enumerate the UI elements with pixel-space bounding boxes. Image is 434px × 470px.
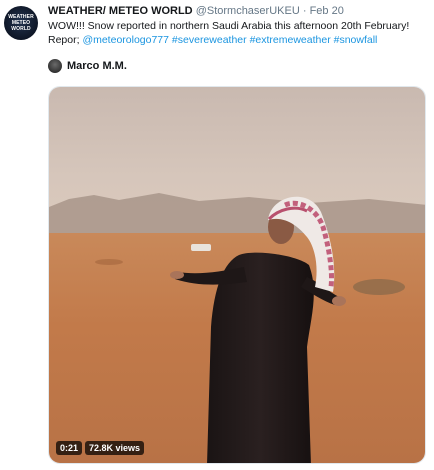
video-badges: 0:21 72.8K views	[56, 441, 145, 455]
report-prefix: Repor;	[48, 34, 83, 46]
hashtag-snowfall[interactable]: #snowfall	[334, 34, 378, 46]
video-duration: 0:21	[56, 441, 83, 455]
display-name[interactable]: WEATHER/ METEO WORLD	[48, 5, 193, 17]
hashtag-extremeweather[interactable]: #extremeweather	[250, 34, 331, 46]
handle[interactable]: @StormchaserUKEU	[196, 5, 300, 17]
account-avatar[interactable]: WEATHER METEO WORLD	[4, 6, 38, 40]
tweet-text-line1: WOW!!! Snow reported in northern Saudi A…	[48, 20, 410, 32]
view-count: 72.8K views	[85, 441, 145, 455]
mention-link[interactable]: @meteorologo777	[82, 34, 169, 46]
video-player[interactable]: 0:21 72.8K views	[48, 86, 426, 464]
tweet-date[interactable]: Feb 20	[310, 5, 344, 17]
distant-hills	[49, 193, 425, 237]
date-separator: ·	[302, 5, 307, 17]
credit-name[interactable]: Marco M.M.	[67, 60, 127, 72]
credit-avatar[interactable]	[48, 59, 62, 73]
tweet-card[interactable]: WEATHER METEO WORLD WEATHER/ METEO WORLD…	[0, 0, 434, 470]
scrub-bush-2	[95, 259, 123, 265]
tweet-text: WOW!!! Snow reported in northern Saudi A…	[48, 19, 428, 47]
tweet-text-line2: Repor; @meteorologo777 #severeweather #e…	[48, 33, 428, 47]
hashtag-severeweather[interactable]: #severeweather	[172, 34, 247, 46]
media-credit[interactable]: Marco M.M.	[48, 58, 127, 74]
tweet-header: WEATHER/ METEO WORLD @StormchaserUKEU · …	[48, 4, 344, 18]
avatar-label-3: WORLD	[11, 26, 31, 32]
distant-vehicle	[191, 244, 211, 251]
scrub-bush	[353, 279, 405, 295]
video-frame	[49, 87, 425, 463]
